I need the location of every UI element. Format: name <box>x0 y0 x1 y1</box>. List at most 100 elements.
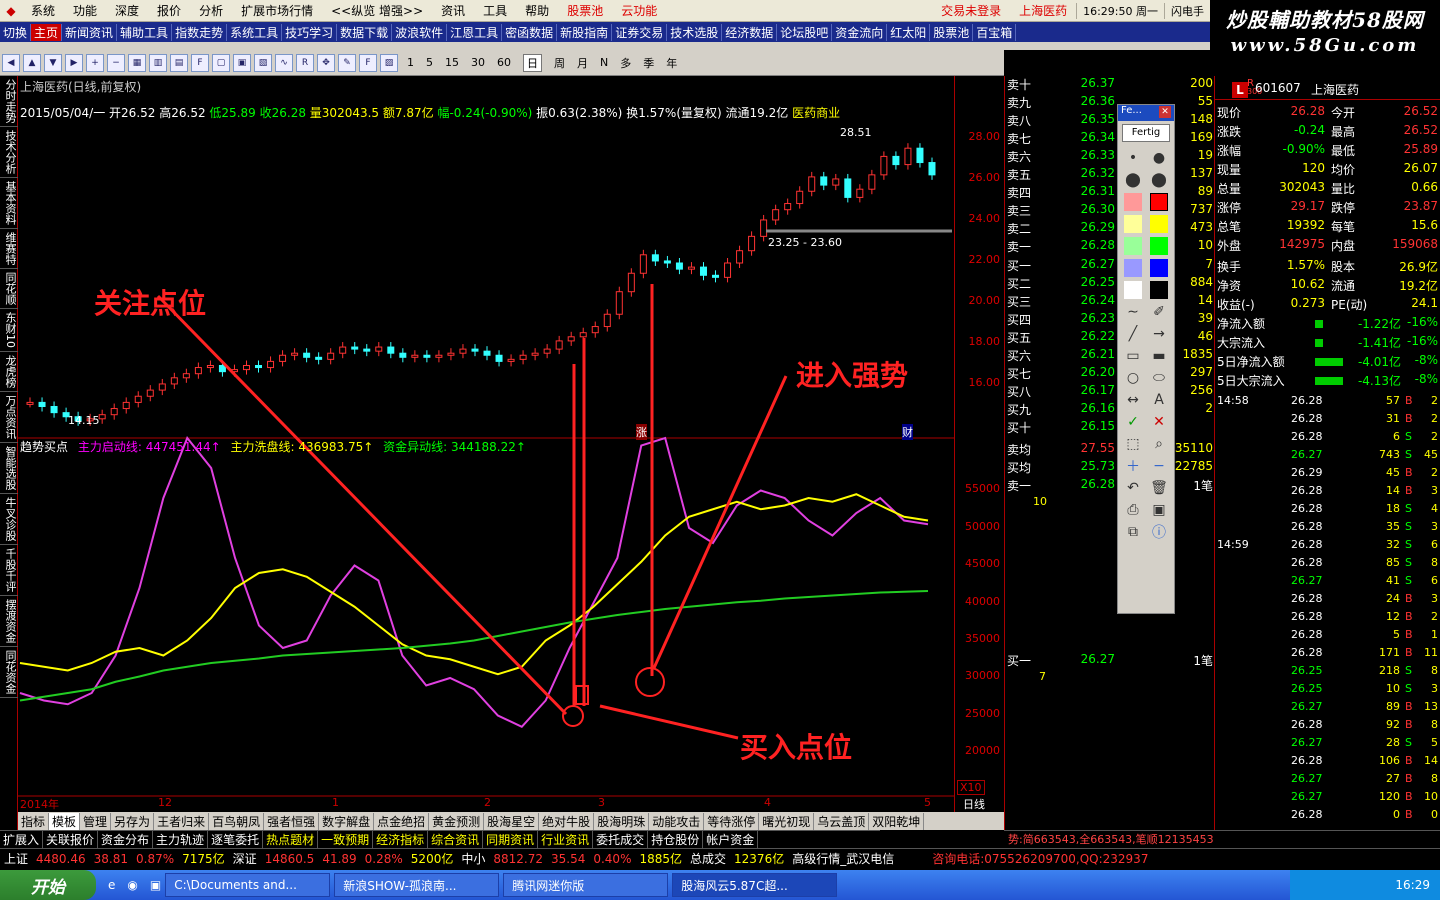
media-icon[interactable]: ◉ <box>127 878 137 892</box>
login-status[interactable]: 交易未登录 <box>932 2 1010 19</box>
btab-9[interactable]: 黄金预测 <box>429 812 485 830</box>
bid-row[interactable]: 买十 26.15 <box>1005 419 1215 437</box>
tab-dragon[interactable]: 龙虎榜 <box>0 352 18 392</box>
itab-6[interactable]: 一致预期 <box>318 831 374 848</box>
tab-ferry[interactable]: 摆渡资金 <box>0 596 18 647</box>
bid-row[interactable]: 买八 26.17 256 <box>1005 383 1215 401</box>
line-chart-icon[interactable]: ∿ <box>275 53 293 72</box>
bid-row[interactable]: 买七 26.20 297 <box>1005 365 1215 383</box>
nav-sys-tools[interactable]: 系统工具 <box>227 23 283 41</box>
cross-icon[interactable]: ✕ <box>1146 411 1172 433</box>
btab-15[interactable]: 曙光初现 <box>759 812 815 830</box>
zx-label[interactable]: 中小 <box>457 850 489 867</box>
drawing-palette[interactable]: Fe... ✕ Fertig • ● ⬤ ⬤ ∼ ✐ ╱ → ▭ ▬ ○ ⬭ ↔ … <box>1117 104 1175 614</box>
nav-ipo[interactable]: 新股指南 <box>557 23 613 41</box>
zoom-in-icon[interactable]: + <box>86 53 104 72</box>
palette-done-button[interactable]: Fertig <box>1122 124 1170 142</box>
btab-manage[interactable]: 管理 <box>80 812 112 830</box>
ask-row[interactable]: 卖一 26.28 10 <box>1005 238 1215 256</box>
fs-icon[interactable]: F <box>359 53 377 72</box>
btab-7[interactable]: 数字解盘 <box>319 812 375 830</box>
tab-review[interactable]: 千股千评 <box>0 545 18 596</box>
window-icon[interactable]: ▢ <box>212 53 230 72</box>
pencil-icon[interactable]: ✎ <box>338 53 356 72</box>
period-multi[interactable]: 多 <box>620 55 631 71</box>
nav-flow[interactable]: 资金流向 <box>832 23 888 41</box>
btab-6[interactable]: 强者恒强 <box>264 812 320 830</box>
tab-technical[interactable]: 技术分析 <box>0 127 18 178</box>
nav-home[interactable]: 主页 <box>31 23 63 41</box>
move-icon[interactable]: ✥ <box>317 53 335 72</box>
desktop-icon[interactable]: ▣ <box>150 878 161 892</box>
nav-index-trend[interactable]: 指数走势 <box>172 23 228 41</box>
print-icon[interactable]: ⎙ <box>1120 499 1146 521</box>
close-icon[interactable]: ✕ <box>1159 106 1171 118</box>
avg-bid-row[interactable]: 买均 25.73 22785 <box>1005 459 1215 477</box>
sz-label[interactable]: 深证 <box>229 850 261 867</box>
period-year[interactable]: 年 <box>666 55 677 71</box>
btab-8[interactable]: 点金绝招 <box>374 812 430 830</box>
itab-8[interactable]: 综合资讯 <box>428 831 484 848</box>
itab-7[interactable]: 经济指标 <box>373 831 429 848</box>
task-explorer[interactable]: C:\Documents and... <box>165 873 331 897</box>
dot-large-icon[interactable]: ⬤ <box>1120 169 1146 191</box>
menu-function[interactable]: 功能 <box>64 2 106 19</box>
btab-template[interactable]: 模板 <box>49 812 81 830</box>
line-icon[interactable]: ╱ <box>1120 323 1146 345</box>
period-day[interactable]: 日 <box>523 53 542 72</box>
btab-saveas[interactable]: 另存为 <box>111 812 155 830</box>
color-blue-light-icon[interactable] <box>1120 257 1146 279</box>
task-sina[interactable]: 新浪SHOW-孤浪南... <box>334 873 500 897</box>
double-arrow-icon[interactable]: ↔ <box>1120 389 1146 411</box>
dot-small-icon[interactable]: • <box>1120 147 1146 169</box>
nav-news[interactable]: 新闻资讯 <box>62 23 118 41</box>
ask-row[interactable]: 卖五 26.32 137 <box>1005 166 1215 184</box>
curve-icon[interactable]: ∼ <box>1120 301 1146 323</box>
task-trading-app[interactable]: 股海风云5.87C超... <box>672 873 838 897</box>
btab-14[interactable]: 等待涨停 <box>704 812 760 830</box>
btab-12[interactable]: 股海明珠 <box>594 812 650 830</box>
nav-secret[interactable]: 密函数据 <box>502 23 558 41</box>
period-month[interactable]: 月 <box>577 55 588 71</box>
forward-icon[interactable]: ▶ <box>65 53 83 72</box>
avg-ask-row[interactable]: 卖均 27.55 35110 <box>1005 441 1215 459</box>
bid-row[interactable]: 买六 26.21 1835 <box>1005 347 1215 365</box>
menu-tools[interactable]: 工具 <box>474 2 516 19</box>
menu-overview[interactable]: <<纵览 增强>> <box>322 2 432 19</box>
filled-rect-icon[interactable]: ▬ <box>1146 345 1172 367</box>
ask-row[interactable]: 卖三 26.30 737 <box>1005 202 1215 220</box>
dot-xlarge-icon[interactable]: ⬤ <box>1146 169 1172 191</box>
save-icon[interactable]: ▣ <box>1146 499 1172 521</box>
color-green-icon[interactable] <box>1146 235 1172 257</box>
menu-news[interactable]: 资讯 <box>432 2 474 19</box>
bid-row[interactable]: 买一 26.27 7 <box>1005 257 1215 275</box>
itab-13[interactable]: 帐户资金 <box>703 831 759 848</box>
nav-learn[interactable]: 技巧学习 <box>282 23 338 41</box>
btab-16[interactable]: 乌云盖顶 <box>814 812 870 830</box>
ie-icon[interactable]: e <box>108 878 115 892</box>
period-5[interactable]: 5 <box>426 56 433 69</box>
nav-aux-tools[interactable]: 辅助工具 <box>117 23 173 41</box>
period-30[interactable]: 30 <box>471 56 485 69</box>
trash-icon[interactable]: 🗑 <box>1146 477 1172 499</box>
zoom-out-icon[interactable]: − <box>107 53 125 72</box>
buy1-queue-row[interactable]: 买一 26.27 1笔 <box>1005 652 1215 670</box>
menu-depth[interactable]: 深度 <box>106 2 148 19</box>
feed-name[interactable]: 高级行情_武汉电信 <box>788 850 898 867</box>
palette-title[interactable]: Fe... ✕ <box>1118 105 1174 121</box>
tab-ths[interactable]: 同花顺 <box>0 269 18 309</box>
menu-cloud[interactable]: 云功能 <box>612 2 666 19</box>
ask-row[interactable]: 卖八 26.35 148 <box>1005 112 1215 130</box>
bar-sector[interactable]: 医药商业 <box>792 106 840 120</box>
ask-row[interactable]: 卖四 26.31 89 <box>1005 184 1215 202</box>
text-icon[interactable]: A <box>1146 389 1172 411</box>
period-1[interactable]: 1 <box>407 56 414 69</box>
itab-5[interactable]: 热点题材 <box>263 831 319 848</box>
btab-13[interactable]: 动能攻击 <box>649 812 705 830</box>
app-logo-icon[interactable]: ◆ <box>0 0 22 22</box>
bid-row[interactable]: 买九 26.16 2 <box>1005 401 1215 419</box>
down-icon[interactable]: ▼ <box>44 53 62 72</box>
btab-5[interactable]: 百鸟朝凤 <box>209 812 265 830</box>
tab-weisaite[interactable]: 维赛特 <box>0 229 18 269</box>
period-60[interactable]: 60 <box>497 56 511 69</box>
